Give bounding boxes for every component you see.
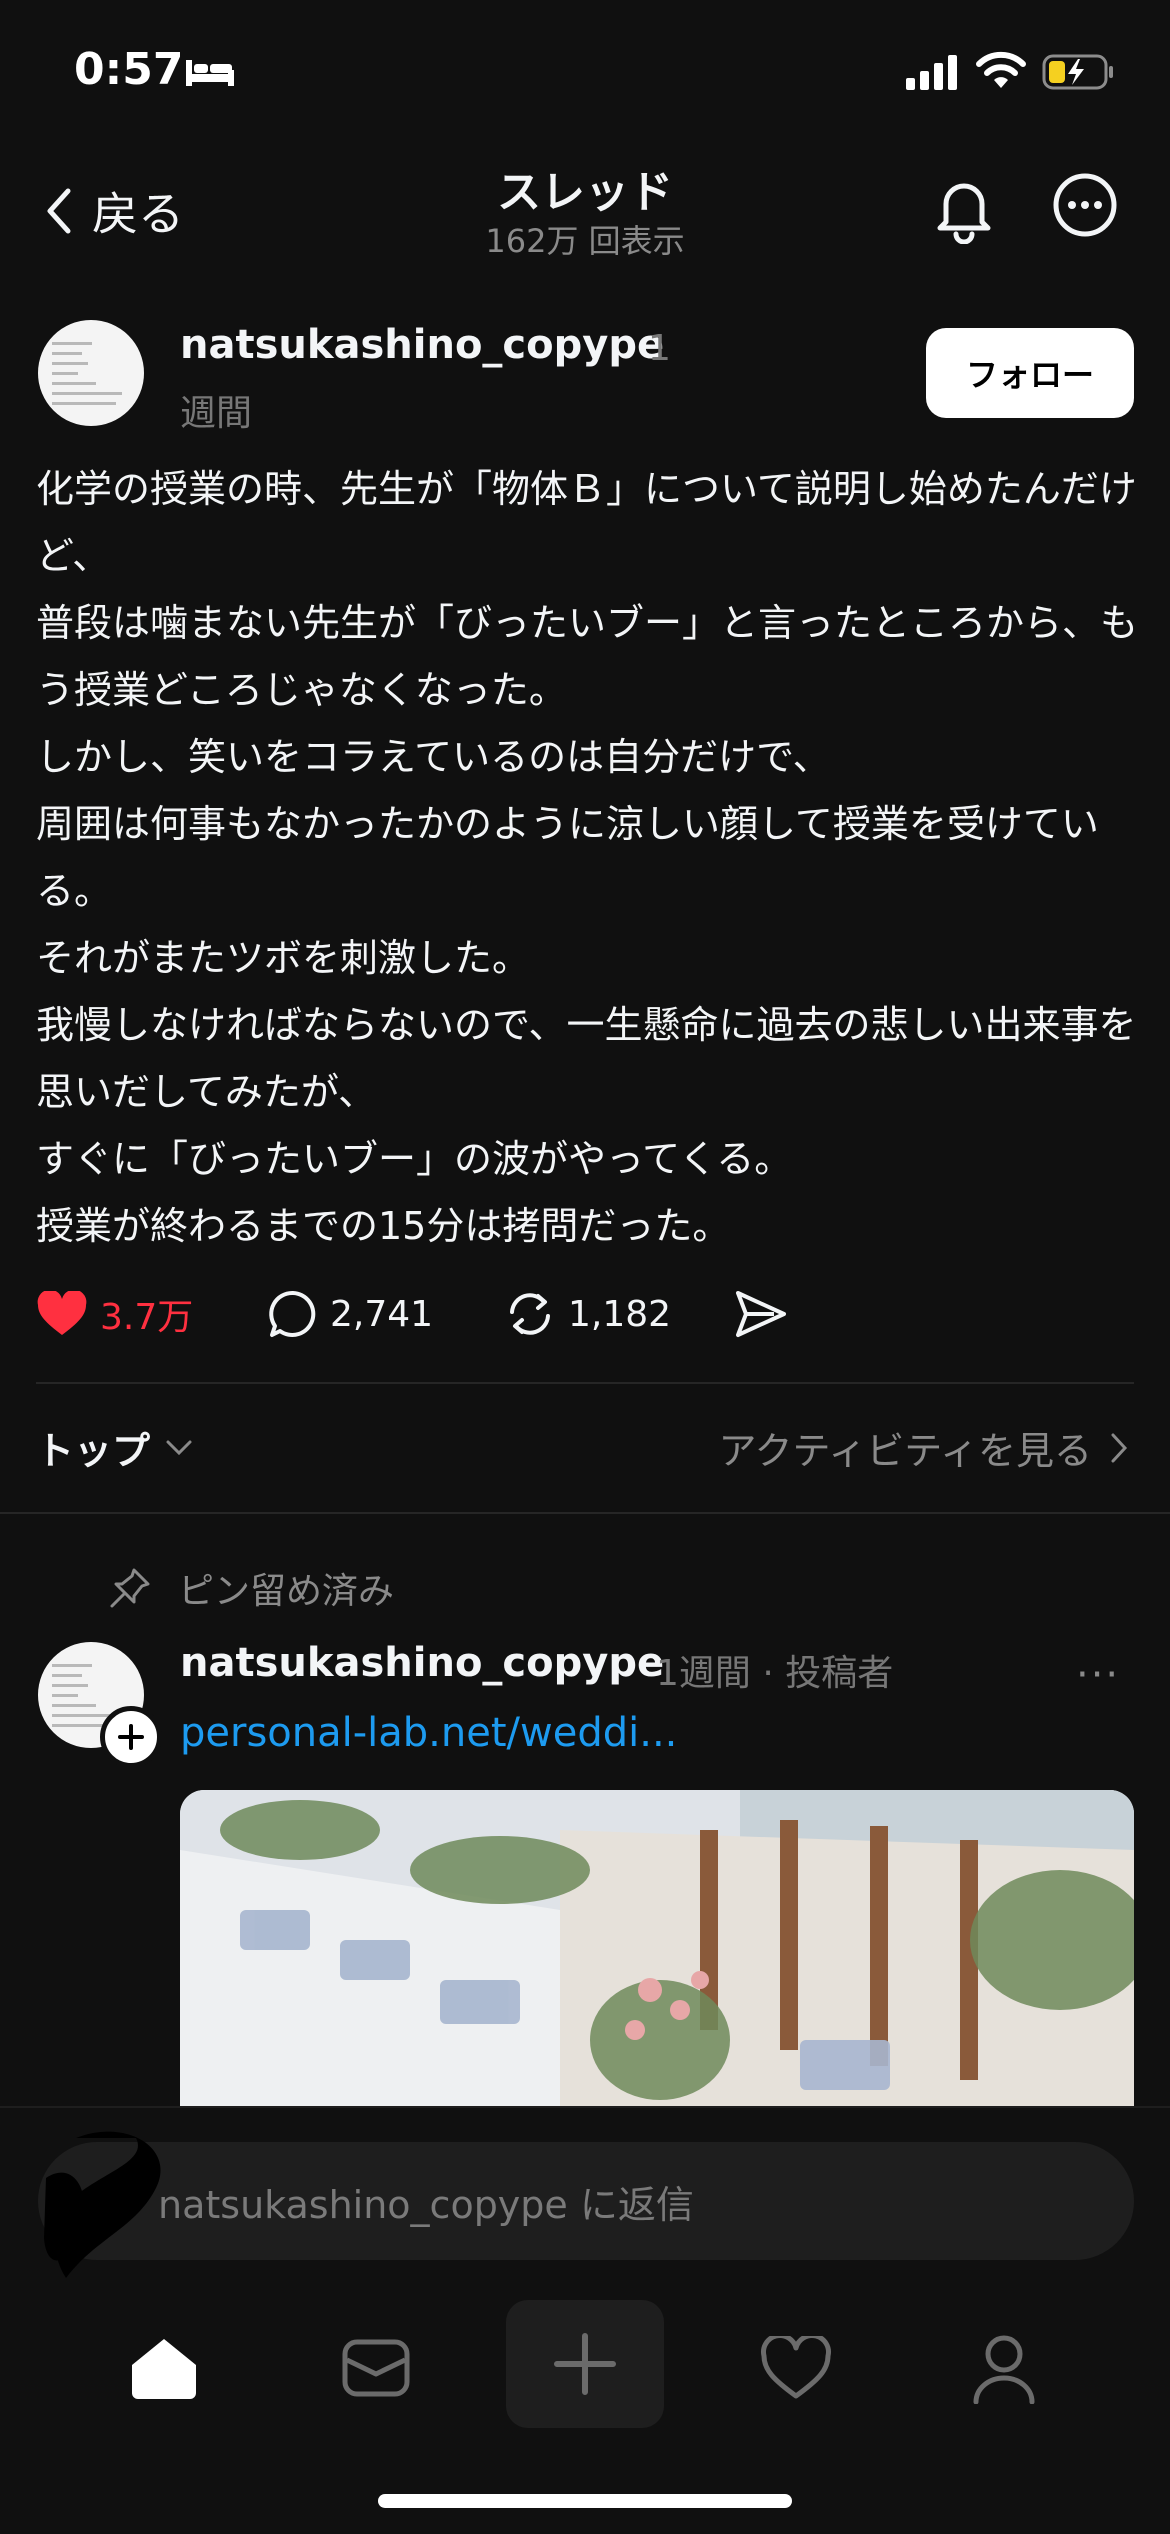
- nav-inbox[interactable]: [316, 2318, 436, 2418]
- post-line: 化学の授業の時、先生が「物体Ｂ」について説明し始めたんだけど、: [36, 467, 1137, 578]
- post-line: すぐに「びったいブー」の波がやってくる。: [36, 1137, 793, 1181]
- like-button[interactable]: 3.7万: [36, 1288, 268, 1340]
- nav-activity[interactable]: [736, 2318, 856, 2418]
- signal-icon: [906, 55, 957, 90]
- pinned-label: ピン留め済み: [178, 1571, 395, 1612]
- reply-composer-input[interactable]: natsukashino_copype に返信: [38, 2142, 1134, 2260]
- battery-charging-icon: [1042, 54, 1113, 90]
- nav-profile[interactable]: [944, 2318, 1064, 2418]
- status-time: 0:57: [74, 44, 184, 95]
- post-line: それがまたツボを刺激した。: [36, 936, 531, 980]
- post-text: 化学の授業の時、先生が「物体Ｂ」について説明し始めたんだけど、 普段は噛まない先…: [36, 456, 1146, 1260]
- post-line: 我慢しなければならないので、一生懸命に過去の悲しい出来事を思いだしてみたが、: [36, 1003, 1137, 1114]
- reply-image[interactable]: [180, 1790, 1134, 2110]
- activity-label: アクティビティを見る: [718, 1429, 1092, 1473]
- reply-username[interactable]: natsukashino_copype: [180, 1640, 664, 1686]
- follow-plus-badge[interactable]: [100, 1706, 162, 1768]
- reply-link[interactable]: personal-lab.net/weddi...: [180, 1710, 677, 1756]
- post-line: 授業が終わるまでの15分は拷問だった。: [36, 1204, 731, 1248]
- repost-button[interactable]: 1,182: [504, 1288, 734, 1340]
- post-time: 1: [648, 328, 671, 369]
- nav-create[interactable]: [506, 2300, 664, 2428]
- sort-dropdown[interactable]: トップ: [36, 1420, 194, 1475]
- post-line: 普段は噛まない先生が「びったいブー」と言ったところから、もう授業どころじゃなくな…: [36, 601, 1139, 712]
- section-divider: [0, 1512, 1170, 1514]
- sort-label: トップ: [36, 1429, 151, 1473]
- profile-icon: [973, 2335, 1035, 2404]
- view-activity-link[interactable]: アクティビティを見る: [718, 1420, 1128, 1475]
- comment-button[interactable]: 2,741: [268, 1289, 504, 1339]
- bell-icon[interactable]: [928, 172, 1000, 244]
- share-icon[interactable]: [734, 1289, 788, 1339]
- reply-meta: 1週間 · 投稿者: [656, 1653, 894, 1694]
- more-options-icon[interactable]: ···: [1076, 1652, 1120, 1698]
- pinned-indicator: ピン留め済み: [108, 1562, 394, 1614]
- comment-icon: [269, 1290, 316, 1337]
- inbox-icon: [342, 2339, 410, 2397]
- heart-icon: [761, 2336, 831, 2399]
- pin-icon: [110, 1568, 150, 1608]
- home-indicator: [378, 2494, 792, 2508]
- follow-button[interactable]: フォロー: [926, 328, 1134, 418]
- like-count: 3.7万: [100, 1297, 194, 1338]
- plus-icon: [554, 2333, 616, 2395]
- post-username[interactable]: natsukashino_copype: [180, 322, 664, 368]
- post-line: しかし、笑いをコラえているのは自分だけで、: [36, 735, 831, 779]
- post-time-unit: 週間: [180, 393, 253, 434]
- repost-icon: [510, 1293, 550, 1335]
- post-line: 周囲は何事もなかったかのように涼しい顔して授業を受けている。: [36, 802, 1099, 913]
- heart-filled-icon: [37, 1291, 87, 1335]
- chevron-down-icon: [166, 1440, 192, 1455]
- chevron-right-icon: [1111, 1433, 1128, 1462]
- redaction-scribble: [44, 2131, 161, 2278]
- divider: [36, 1382, 1134, 1384]
- plus-icon: [118, 1724, 144, 1750]
- repost-count: 1,182: [568, 1293, 672, 1335]
- more-circle-icon[interactable]: [1052, 172, 1118, 238]
- wifi-icon: [976, 51, 1026, 88]
- home-icon: [132, 2339, 196, 2399]
- comment-count: 2,741: [330, 1293, 434, 1335]
- nav-home[interactable]: [104, 2318, 224, 2418]
- avatar[interactable]: [38, 320, 144, 426]
- bed-icon: [186, 60, 234, 86]
- wedding-table-image: [180, 1790, 1134, 2110]
- post-actions: 3.7万 2,741 1,182: [36, 1284, 788, 1344]
